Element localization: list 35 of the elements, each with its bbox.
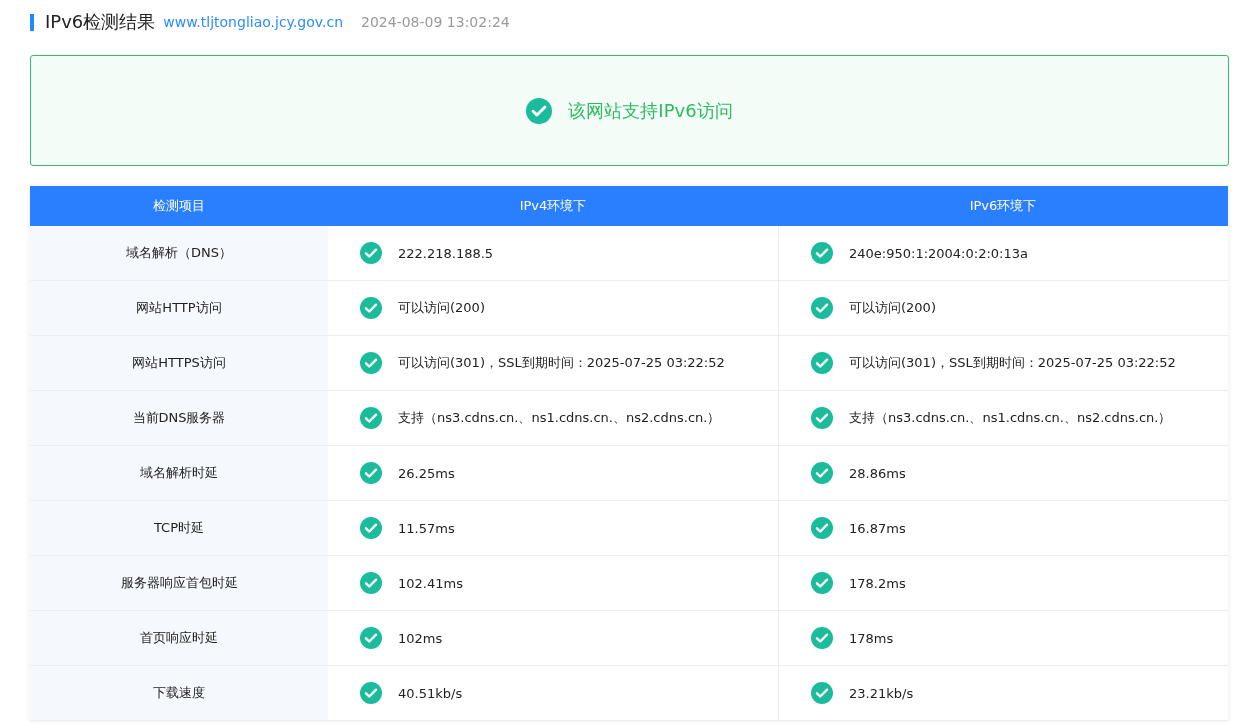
cell-value: 178.2ms	[849, 575, 906, 591]
cell-value: 26.25ms	[398, 465, 455, 481]
timestamp: 2024-08-09 13:02:24	[361, 14, 510, 30]
row-label: 首页响应时延	[30, 611, 328, 665]
row-label: 当前DNS服务器	[30, 391, 328, 445]
row-label: 网站HTTPS访问	[30, 336, 328, 390]
column-header: IPv4环境下	[518, 197, 588, 215]
row-label: 网站HTTP访问	[30, 281, 328, 335]
page-title: IPv6检测结果	[45, 10, 156, 34]
row-label: TCP时延	[30, 501, 328, 555]
cell-value: 支持（ns3.cdns.cn.、ns1.cdns.cn.、ns2.cdns.cn.）	[849, 409, 1172, 427]
cell-value: 222.218.188.5	[398, 245, 494, 261]
cell-value: 可以访问(200)	[398, 299, 485, 317]
row-label: 域名解析时延	[30, 446, 328, 500]
cell-value: 240e:950:1:2004:0:2:0:13a	[849, 245, 1028, 261]
column-header: IPv6环境下	[968, 197, 1038, 215]
cell-value: 102.41ms	[398, 575, 463, 591]
result-message: 该网站支持IPv6访问	[568, 98, 733, 123]
cell-value: 178ms	[849, 630, 894, 646]
cell-value: 28.86ms	[849, 465, 906, 481]
cell-value: 支持（ns3.cdns.cn.、ns1.cdns.cn.、ns2.cdns.cn.）	[398, 409, 721, 427]
cell-value: 可以访问(301)，SSL到期时间：2025-07-25 03:22:52	[398, 354, 725, 372]
accent-bar	[30, 13, 34, 31]
cell-value: 可以访问(301)，SSL到期时间：2025-07-25 03:22:52	[849, 354, 1176, 372]
cell-value: 40.51kb/s	[398, 685, 463, 701]
row-label: 下载速度	[30, 666, 328, 720]
cell-value: 16.87ms	[849, 520, 906, 536]
cell-value: 102ms	[398, 630, 443, 646]
cell-value: 11.57ms	[398, 520, 455, 536]
cell-value: 23.21kb/s	[849, 685, 914, 701]
row-label: 服务器响应首包时延	[30, 556, 328, 610]
domain-link[interactable]: www.tljtongliao.jcy.gov.cn	[163, 14, 343, 30]
cell-value: 可以访问(200)	[849, 299, 936, 317]
row-label: 域名解析（DNS）	[30, 226, 328, 280]
column-header: 检测项目	[152, 197, 206, 215]
